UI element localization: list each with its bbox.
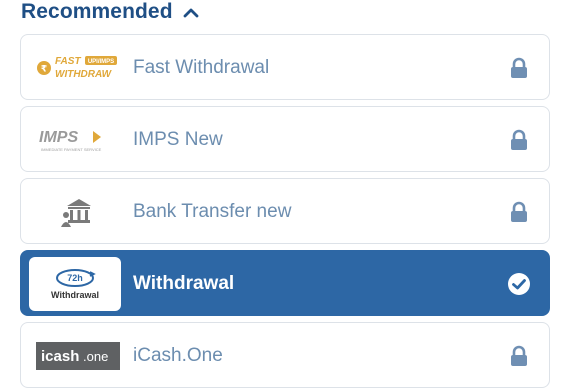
lock-icon bbox=[507, 200, 531, 224]
logo-imps-text: IMPS bbox=[39, 129, 78, 146]
method-imps-new[interactable]: IMPS IMMEDIATE PAYMENT SERVICE IMPS New bbox=[20, 106, 550, 172]
logo-badge-text: UPI/IMPS bbox=[88, 59, 114, 65]
logo-72h-text: 72h bbox=[67, 273, 83, 283]
withdrawal-72h-logo: 72h Withdrawal bbox=[29, 257, 121, 311]
icash-logo: icash .one bbox=[31, 331, 125, 381]
method-bank-transfer-new[interactable]: Bank Transfer new bbox=[20, 178, 550, 244]
method-label: IMPS New bbox=[133, 129, 223, 150]
logo-withdrawal-text: Withdrawal bbox=[51, 290, 99, 300]
chevron-up-icon bbox=[183, 8, 199, 18]
bank-icon bbox=[61, 199, 91, 227]
lock-icon bbox=[507, 344, 531, 368]
logo-withdraw-text: WITHDRAW bbox=[55, 69, 113, 80]
logo-icash-suffix: .one bbox=[83, 349, 108, 364]
method-label: Fast Withdrawal bbox=[133, 57, 270, 78]
logo-imps-subtext: IMMEDIATE PAYMENT SERVICE bbox=[41, 147, 102, 152]
logo-fast-text: FAST bbox=[55, 56, 81, 67]
fast-withdraw-logo: ₹ FAST UPI/IMPS WITHDRAW bbox=[31, 43, 125, 93]
section-title: Recommended bbox=[21, 0, 173, 23]
method-withdrawal[interactable]: 72h Withdrawal Withdrawal bbox=[20, 250, 550, 316]
method-icash-one[interactable]: icash .one iCash.One bbox=[20, 322, 550, 388]
logo-icash-text: icash bbox=[41, 348, 79, 365]
lock-icon bbox=[507, 56, 531, 80]
section-header[interactable]: Recommended bbox=[21, 0, 199, 24]
lock-icon bbox=[507, 128, 531, 152]
method-fast-withdrawal[interactable]: ₹ FAST UPI/IMPS WITHDRAW Fast Withdrawal bbox=[20, 34, 550, 100]
method-label: iCash.One bbox=[133, 345, 223, 366]
imps-logo: IMPS IMMEDIATE PAYMENT SERVICE bbox=[31, 115, 125, 165]
svg-text:₹: ₹ bbox=[41, 65, 47, 75]
method-label: Bank Transfer new bbox=[133, 201, 292, 222]
bank-logo bbox=[31, 187, 125, 237]
method-label: Withdrawal bbox=[133, 273, 235, 294]
check-circle-icon bbox=[507, 272, 531, 296]
